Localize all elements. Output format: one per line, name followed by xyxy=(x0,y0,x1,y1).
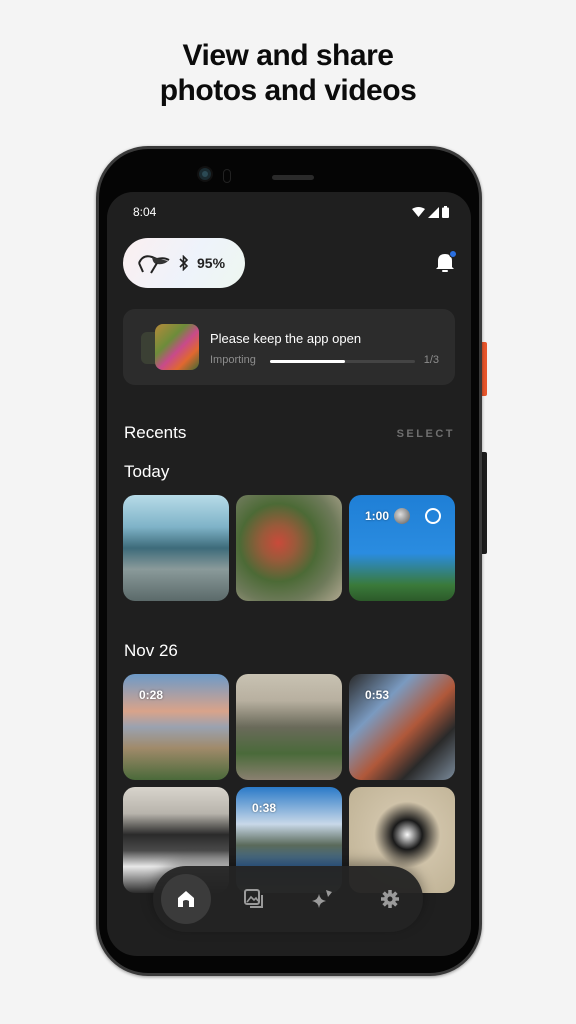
import-thumbnail-stack xyxy=(141,324,199,370)
device-status-pill[interactable]: 95% xyxy=(123,238,245,288)
headline-line-2: photos and videos xyxy=(159,74,417,107)
volume-button xyxy=(482,452,487,554)
media-tile[interactable] xyxy=(236,495,342,601)
import-progress-fill xyxy=(270,360,346,363)
import-thumbnail xyxy=(155,324,199,370)
nav-settings[interactable] xyxy=(365,874,415,924)
import-count: 1/3 xyxy=(423,354,439,366)
import-progress-bar xyxy=(270,360,415,363)
nav-gallery[interactable] xyxy=(229,874,279,924)
media-tile[interactable]: 0:28 xyxy=(123,674,229,780)
import-status: Importing xyxy=(210,354,256,366)
video-duration: 1:00 xyxy=(365,509,390,523)
unread-indicator xyxy=(449,250,457,258)
import-progress-card[interactable]: Please keep the app open Importing 1/3 xyxy=(123,309,455,385)
side-action-button xyxy=(482,342,487,396)
ball xyxy=(394,508,410,524)
media-tile[interactable] xyxy=(123,495,229,601)
nav-home[interactable] xyxy=(161,874,211,924)
sensor xyxy=(223,169,231,183)
notifications-button[interactable] xyxy=(433,250,457,274)
status-time: 8:04 xyxy=(133,205,157,219)
wifi-icon xyxy=(412,206,425,217)
device-battery: 95% xyxy=(197,255,226,271)
headline: View and share photos and videos xyxy=(0,38,576,108)
camera-icon xyxy=(197,166,213,182)
earpiece-speaker xyxy=(272,175,314,180)
media-tile[interactable] xyxy=(236,674,342,780)
sparkle-icon xyxy=(312,890,332,908)
select-button[interactable]: SELECT xyxy=(397,428,455,440)
status-bar: 8:04 xyxy=(133,204,449,220)
section-header-nov-26: Nov 26 xyxy=(124,641,178,660)
video-duration: 0:28 xyxy=(139,688,164,702)
video-duration: 0:53 xyxy=(365,688,390,702)
media-tile[interactable]: 1:00 xyxy=(349,495,455,601)
battery-icon xyxy=(442,206,449,218)
glasses-icon xyxy=(138,255,170,274)
headline-line-1: View and share xyxy=(182,39,394,72)
section-header-today: Today xyxy=(124,462,170,481)
nav-ai[interactable] xyxy=(297,874,347,924)
processing-spinner-icon xyxy=(425,508,441,524)
signal-icon xyxy=(428,206,439,218)
media-tile[interactable]: 0:53 xyxy=(349,674,455,780)
app-screen: 8:04 95% Please keep the app open Import xyxy=(107,192,471,956)
gear-icon xyxy=(381,890,399,908)
recents-title: Recents xyxy=(124,423,187,442)
bottom-navigation xyxy=(153,866,423,932)
bluetooth-icon xyxy=(179,255,189,271)
home-icon xyxy=(178,891,194,907)
import-title: Please keep the app open xyxy=(210,331,362,346)
gallery-icon xyxy=(244,889,263,908)
video-duration: 0:38 xyxy=(252,801,277,815)
